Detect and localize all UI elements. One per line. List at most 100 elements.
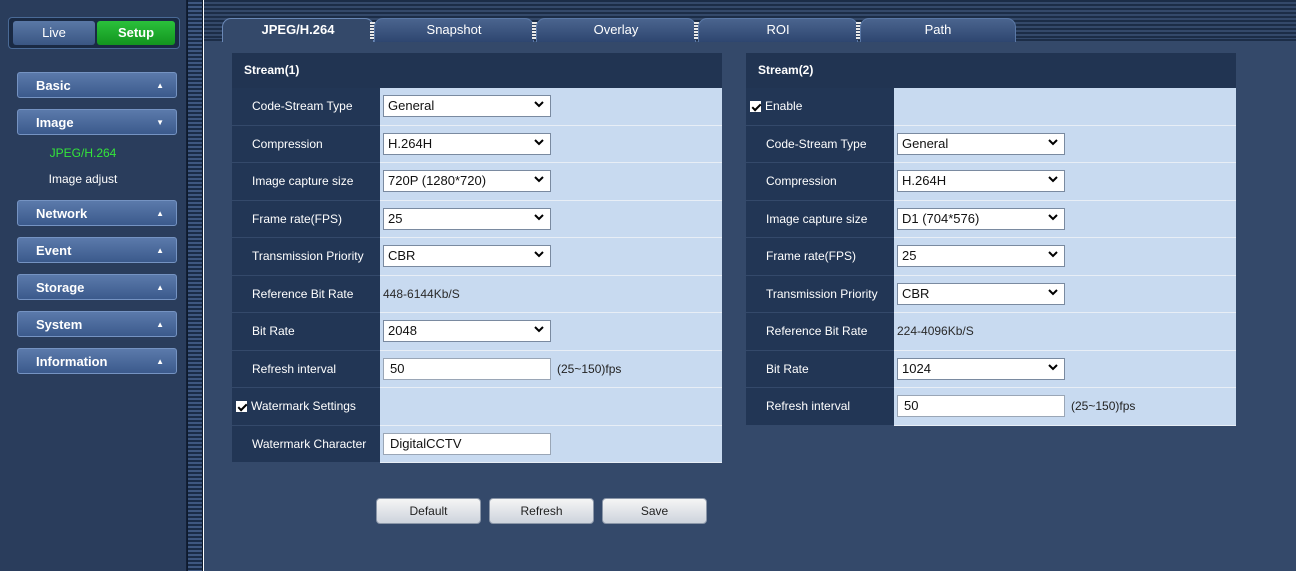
range-hint: (25~150)fps [1071,399,1136,414]
sidebar-item-label: Image [36,115,74,130]
field-label: Transmission Priority [232,238,380,276]
chevron-down-icon [1048,214,1058,221]
select-value: 720P (1280*720) [388,173,487,189]
range-hint: (25~150)fps [557,361,622,376]
refresh-interval-input[interactable]: 50 [383,357,551,380]
transmission-priority-select[interactable]: CBR [897,282,1065,305]
form-row: Compression H.264H [232,125,722,163]
expand-up-icon: ▲ [156,81,164,90]
tab-snapshot[interactable]: Snapshot [374,18,534,42]
form-row: Frame rate(FPS) 25 [746,238,1236,276]
sidebar: Live Setup Basic ▲ Image ▼ JPEG/H.264 Im… [0,0,187,571]
form-row: Image capture size D1 (704*576) [746,200,1236,238]
empty-cell [894,88,1236,126]
capture-size-select[interactable]: D1 (704*576) [897,207,1065,230]
expand-up-icon: ▲ [156,357,164,366]
bitrate-select[interactable]: 1024 [897,357,1065,380]
tab-jpeg-h264[interactable]: JPEG/H.264 [222,18,374,42]
form-row: Refresh interval 50 (25~150)fps [232,350,722,388]
bitrate-select[interactable]: 2048 [383,320,551,343]
live-button[interactable]: Live [13,21,95,45]
form-row: Transmission Priority CBR [746,275,1236,313]
save-button[interactable]: Save [602,498,707,524]
sidebar-item-information[interactable]: Information ▲ [17,348,177,374]
select-value: D1 (704*576) [902,210,980,226]
checkbox-checked-icon[interactable] [750,100,761,112]
code-stream-type-select[interactable]: General [897,132,1065,155]
frame-rate-select[interactable]: 25 [383,207,551,230]
form-row: Enable [746,88,1236,126]
field-label: Code-Stream Type [746,125,894,163]
reference-bitrate-value: 224-4096Kb/S [894,313,1236,351]
chevron-down-icon [534,214,544,221]
field-label: Compression [232,125,380,163]
sidebar-item-basic[interactable]: Basic ▲ [17,72,177,98]
submenu-image-adjust[interactable]: Image adjust [17,166,149,192]
form-row: Watermark Character DigitalCCTV [232,425,722,463]
enable-checkbox-cell[interactable]: Enable [746,88,894,126]
chevron-down-icon [1048,251,1058,258]
chevron-down-icon [534,101,544,108]
chevron-down-icon [1048,289,1058,296]
compression-select[interactable]: H.264H [383,132,551,155]
compression-select[interactable]: H.264H [897,170,1065,193]
sidebar-item-label: Basic [36,78,71,93]
expand-up-icon: ▲ [156,209,164,218]
form-row: Image capture size 720P (1280*720) [232,163,722,201]
tab-roi[interactable]: ROI [698,18,858,42]
sidebar-item-image[interactable]: Image ▼ [17,109,177,135]
field-label: Code-Stream Type [232,88,380,126]
chevron-down-icon [1048,364,1058,371]
watermark-checkbox-cell[interactable]: Watermark Settings [232,388,380,426]
tab-overlay[interactable]: Overlay [536,18,696,42]
sidebar-item-system[interactable]: System ▲ [17,311,177,337]
field-label: Image capture size [232,163,380,201]
form-row: Watermark Settings [232,388,722,426]
refresh-button[interactable]: Refresh [489,498,594,524]
field-label: Bit Rate [746,350,894,388]
sidebar-item-label: Storage [36,280,85,295]
select-value: 2048 [388,323,417,339]
select-value: General [902,135,949,151]
checkbox-checked-icon[interactable] [236,400,247,412]
field-label: Transmission Priority [746,275,894,313]
select-value: 1024 [902,360,931,376]
watermark-character-input[interactable]: DigitalCCTV [383,432,551,455]
select-value: 25 [902,248,917,264]
default-button[interactable]: Default [376,498,481,524]
sidebar-item-label: Information [36,354,108,369]
field-label: Frame rate(FPS) [232,200,380,238]
select-value: CBR [388,248,416,264]
sidebar-item-network[interactable]: Network ▲ [17,200,177,226]
splitter-handle[interactable] [187,0,203,571]
transmission-priority-select[interactable]: CBR [383,245,551,268]
code-stream-type-select[interactable]: General [383,95,551,118]
tab-bar: JPEG/H.264 Snapshot Overlay ROI Path [204,0,1296,42]
sidebar-item-storage[interactable]: Storage ▲ [17,274,177,300]
chevron-down-icon [1048,176,1058,183]
collapse-down-icon: ▼ [156,118,164,127]
form-row: Code-Stream Type General [232,88,722,126]
stream2-panel: Stream(2) Enable Code-Stream Type Genera… [746,53,1236,426]
sidebar-item-label: System [36,317,83,332]
chevron-down-icon [534,139,544,146]
chevron-down-icon [1048,139,1058,146]
frame-rate-select[interactable]: 25 [897,245,1065,268]
field-label: Image capture size [746,200,894,238]
form-row: Compression H.264H [746,163,1236,201]
refresh-interval-input[interactable]: 50 [897,395,1065,418]
stream1-title: Stream(1) [232,53,722,88]
select-value: 25 [388,210,403,226]
sidebar-item-event[interactable]: Event ▲ [17,237,177,263]
setup-button[interactable]: Setup [97,21,175,45]
tab-path[interactable]: Path [860,18,1016,42]
sidebar-menu: Basic ▲ Image ▼ JPEG/H.264 Image adjust … [17,72,177,385]
field-label: Watermark Character [232,425,380,463]
submenu-jpeg-h264[interactable]: JPEG/H.264 [17,140,149,166]
capture-size-select[interactable]: 720P (1280*720) [383,170,551,193]
chevron-down-icon [534,326,544,333]
field-label: Frame rate(FPS) [746,238,894,276]
expand-up-icon: ▲ [156,320,164,329]
image-submenu: JPEG/H.264 Image adjust [17,140,177,192]
main-content: JPEG/H.264 Snapshot Overlay ROI Path Str… [204,0,1296,571]
